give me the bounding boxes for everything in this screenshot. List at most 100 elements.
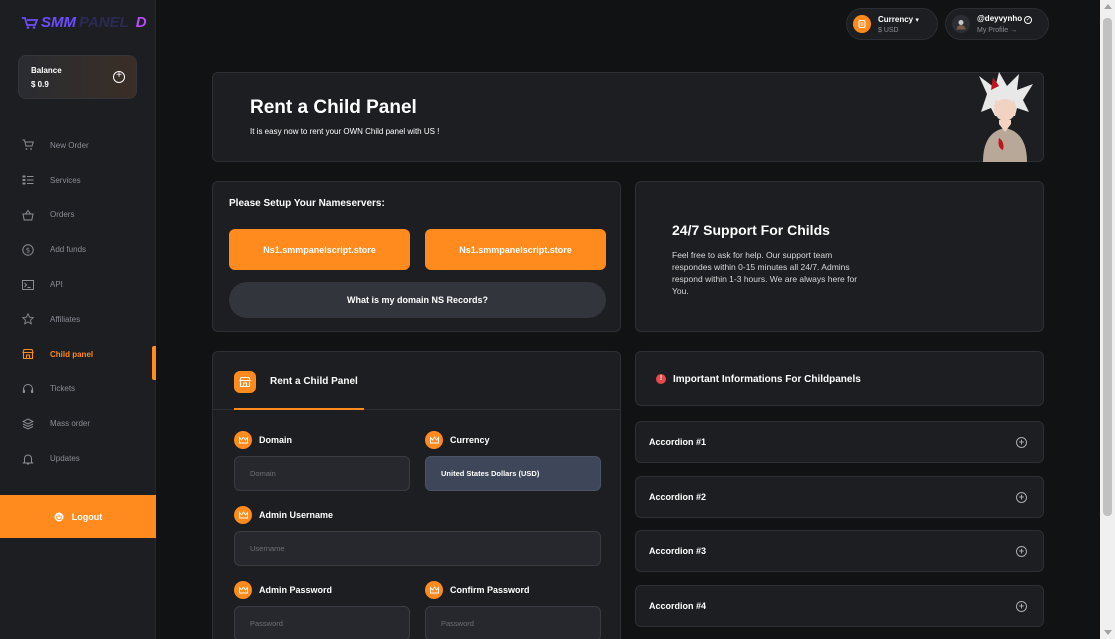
support-text: Feel free to ask for help. Our support t…: [672, 250, 858, 296]
sidebar-nav: New Order Services Orders $ Add funds AP…: [0, 128, 156, 476]
headset-icon: [22, 383, 34, 393]
arrow-right-icon: →: [1010, 27, 1018, 34]
currency-label: Currency: [425, 431, 490, 449]
list-icon: [22, 175, 34, 185]
sidebar-item-label: Child panel: [50, 349, 94, 359]
logout-button[interactable]: Logout: [0, 495, 156, 538]
bell-icon: [22, 454, 34, 465]
sidebar-item-affiliates[interactable]: Affiliates: [0, 302, 156, 337]
sidebar-item-label: Mass order: [50, 419, 91, 429]
svg-text:$: $: [26, 246, 30, 254]
currency-selector[interactable]: Currency ▾ $ USD: [846, 8, 938, 40]
scrollbar-thumb[interactable]: [1103, 18, 1112, 516]
sidebar-item-label: Tickets: [50, 384, 76, 394]
layers-icon: [22, 418, 34, 430]
plus-circle-icon: +: [1016, 492, 1027, 503]
scroll-up-icon[interactable]: [1104, 4, 1112, 9]
sidebar-item-mass-order[interactable]: Mass order: [0, 406, 156, 441]
avatar: [952, 15, 970, 33]
admin-password-input[interactable]: Password: [234, 606, 410, 639]
crown-icon: [234, 506, 252, 524]
my-profile-link[interactable]: My Profile →: [977, 27, 1032, 34]
profile-username: @deyvynho ✓: [977, 14, 1033, 24]
balance-card: Balance $ 0.9 +: [18, 55, 137, 99]
accordion-item-3[interactable]: Accordion #3 +: [635, 530, 1044, 572]
basket-icon: [22, 209, 34, 221]
star-icon: [22, 313, 34, 326]
logo[interactable]: SMM PANEL D: [22, 14, 147, 31]
sidebar-item-add-funds[interactable]: $ Add funds: [0, 232, 156, 267]
ns1-button[interactable]: Ns1.smmpanelscript.store: [229, 229, 410, 270]
sidebar-item-api[interactable]: API: [0, 267, 156, 302]
page-title: Rent a Child Panel: [250, 97, 417, 118]
admin-username-label: Admin Username: [234, 506, 333, 524]
alert-icon: !: [656, 374, 666, 384]
currency-title: Currency ▾: [878, 14, 919, 24]
sidebar-item-child-panel[interactable]: Child panel: [0, 337, 156, 380]
active-tab-underline: [234, 408, 364, 410]
ns2-button[interactable]: Ns1.smmpanelscript.store: [425, 229, 606, 270]
power-icon: [54, 512, 64, 521]
plus-circle-icon: +: [1016, 437, 1027, 448]
plus-circle-icon: +: [1016, 546, 1027, 557]
plus-circle-icon: +: [1016, 601, 1027, 612]
scroll-down-icon[interactable]: [1104, 630, 1112, 635]
cart-logo-icon: [22, 16, 38, 29]
sidebar-item-label: Services: [50, 175, 81, 185]
store-tab-icon: [234, 371, 256, 393]
accordion-item-4[interactable]: Accordion #4 +: [635, 585, 1044, 627]
crown-icon: [234, 431, 252, 449]
support-card: 24/7 Support For Childs Feel free to ask…: [635, 181, 1044, 332]
accordion-item-1[interactable]: Accordion #1 +: [635, 421, 1044, 463]
character-illustration: [979, 72, 1033, 162]
dollar-icon: $: [22, 244, 34, 256]
add-balance-icon[interactable]: +: [113, 71, 125, 83]
important-info-title: Important Informations For Childpanels: [673, 374, 861, 385]
store-icon: [22, 349, 34, 360]
accordion-label: Accordion #3: [649, 546, 707, 556]
nameservers-card: Please Setup Your Nameservers: Ns1.smmpa…: [212, 181, 621, 332]
support-title: 24/7 Support For Childs: [672, 222, 830, 238]
nameservers-title: Please Setup Your Nameservers:: [229, 198, 385, 209]
sidebar-item-label: Add funds: [50, 245, 87, 255]
domain-input[interactable]: Domain: [234, 456, 410, 491]
sidebar: SMM PANEL D Balance $ 0.9 + New Order Se…: [0, 0, 156, 639]
important-info-card: ! Important Informations For Childpanels: [635, 351, 1044, 406]
sidebar-item-label: API: [50, 280, 63, 290]
logo-text-panel: PANEL: [79, 14, 129, 31]
domain-label: Domain: [234, 431, 292, 449]
coins-icon: [853, 15, 871, 33]
balance-label: Balance: [31, 66, 62, 75]
currency-select[interactable]: United States Dollars (USD): [425, 456, 601, 491]
profile-menu[interactable]: @deyvynho ✓ My Profile →: [945, 8, 1049, 40]
sidebar-item-label: New Order: [50, 140, 89, 150]
hero-banner: Rent a Child Panel It is easy now to ren…: [212, 72, 1044, 162]
page-scrollbar[interactable]: [1100, 0, 1115, 639]
rent-form-card: Rent a Child Panel Domain Domain Currenc…: [212, 351, 621, 639]
terminal-icon: [22, 279, 34, 290]
sidebar-item-new-order[interactable]: New Order: [0, 128, 156, 163]
confirm-password-label: Confirm Password: [425, 581, 530, 599]
sidebar-item-services[interactable]: Services: [0, 163, 156, 198]
admin-username-input[interactable]: Username: [234, 531, 601, 566]
accordion-label: Accordion #2: [649, 492, 707, 502]
accordion-label: Accordion #1: [649, 437, 707, 447]
sidebar-item-tickets[interactable]: Tickets: [0, 372, 156, 407]
cart-icon: [22, 139, 34, 151]
crown-icon: [425, 581, 443, 599]
logo-text-d: D: [135, 14, 147, 31]
logo-text-smm: SMM: [41, 14, 76, 31]
confirm-password-input[interactable]: Password: [425, 606, 601, 639]
sidebar-item-label: Updates: [50, 454, 80, 464]
accordion-item-2[interactable]: Accordion #2 +: [635, 476, 1044, 518]
tab-rent-child-panel[interactable]: Rent a Child Panel: [270, 376, 358, 387]
page-subtitle: It is easy now to rent your OWN Child pa…: [250, 127, 440, 136]
sidebar-item-orders[interactable]: Orders: [0, 198, 156, 233]
logout-label: Logout: [71, 511, 103, 522]
crown-icon: [425, 431, 443, 449]
accordion-label: Accordion #4: [649, 601, 707, 611]
ns-records-help-button[interactable]: What is my domain NS Records?: [229, 282, 606, 318]
sidebar-item-updates[interactable]: Updates: [0, 441, 156, 476]
crown-icon: [234, 581, 252, 599]
sidebar-item-label: Affiliates: [50, 314, 81, 324]
